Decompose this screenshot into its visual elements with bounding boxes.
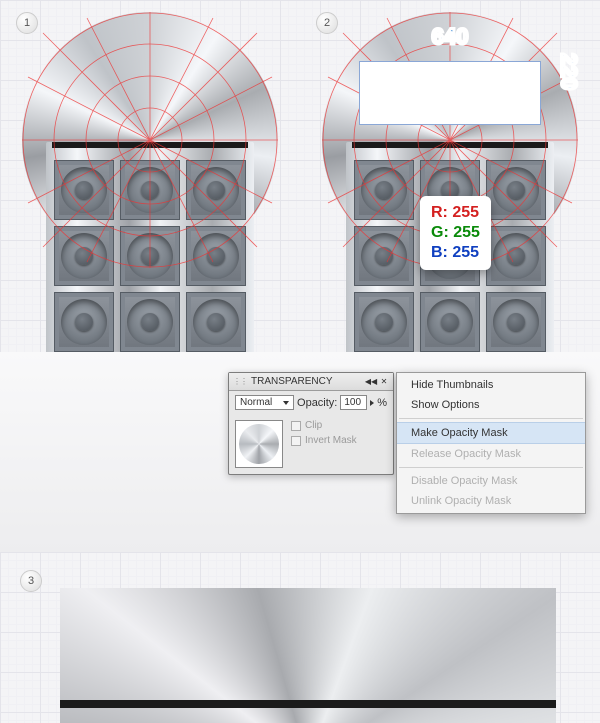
step-badge-2: 2 xyxy=(316,12,338,34)
chevron-down-icon xyxy=(283,401,289,405)
transparency-panel[interactable]: ⋮⋮ TRANSPARENCY ◀◀ ✕ Normal Opacity: 100… xyxy=(228,372,394,475)
caret-right-icon[interactable] xyxy=(370,400,374,406)
panel-flyout-menu[interactable]: Hide Thumbnails Show Options Make Opacit… xyxy=(396,372,586,514)
panel-collapse-icon[interactable]: ◀◀ xyxy=(366,377,376,387)
tutorial-step-row-2: 3 xyxy=(0,552,600,723)
rgb-tooltip: R: 255 G: 255 B: 255 xyxy=(420,196,491,270)
key xyxy=(120,292,180,352)
thumbnail-preview xyxy=(239,424,279,464)
opacity-input[interactable]: 100 xyxy=(340,395,367,410)
dimension-width-label: 640 xyxy=(432,24,469,50)
calculator-body xyxy=(46,142,254,352)
menu-make-opacity-mask[interactable]: Make Opacity Mask xyxy=(397,422,585,444)
key xyxy=(420,292,480,352)
clip-checkbox[interactable] xyxy=(291,421,301,431)
step-badge-3: 3 xyxy=(20,570,42,592)
panel-grip-icon[interactable]: ⋮⋮ xyxy=(233,377,247,386)
step-2-canvas[interactable]: 2 xyxy=(300,0,600,352)
step-1-canvas[interactable]: 1 xyxy=(0,0,300,352)
menu-hide-thumbnails[interactable]: Hide Thumbnails xyxy=(397,375,585,395)
step-badge-1: 1 xyxy=(16,12,38,34)
key xyxy=(186,226,246,286)
opacity-suffix: % xyxy=(377,397,387,409)
key xyxy=(354,226,414,286)
key xyxy=(186,292,246,352)
key xyxy=(354,292,414,352)
menu-separator xyxy=(399,418,583,419)
tutorial-step-row-1: 1 xyxy=(0,0,600,352)
key xyxy=(486,226,546,286)
menu-release-opacity-mask: Release Opacity Mask xyxy=(397,444,585,464)
opacity-thumbnail[interactable] xyxy=(235,420,283,468)
dimension-height-label: 220 xyxy=(556,53,582,90)
key xyxy=(486,292,546,352)
clip-label: Clip xyxy=(305,420,322,431)
invert-mask-checkbox[interactable] xyxy=(291,436,301,446)
result-zoom-canvas[interactable] xyxy=(60,588,556,723)
key xyxy=(486,160,546,220)
panel-title: TRANSPARENCY xyxy=(251,376,333,387)
mask-thumb-row: Clip Invert Mask xyxy=(229,414,393,474)
clip-checkbox-row[interactable]: Clip xyxy=(291,420,357,431)
keypad-grid xyxy=(54,160,246,352)
key xyxy=(54,292,114,352)
rgb-g: G: 255 xyxy=(431,223,480,243)
display-bar xyxy=(52,142,248,148)
invert-mask-checkbox-row[interactable]: Invert Mask xyxy=(291,435,357,446)
display-bar xyxy=(352,142,548,148)
rgb-b: B: 255 xyxy=(431,243,480,263)
menu-disable-opacity-mask: Disable Opacity Mask xyxy=(397,471,585,491)
menu-show-options[interactable]: Show Options xyxy=(397,395,585,415)
opacity-value: 100 xyxy=(344,397,361,408)
key xyxy=(120,160,180,220)
key xyxy=(354,160,414,220)
panel-header[interactable]: ⋮⋮ TRANSPARENCY ◀◀ ✕ xyxy=(229,373,393,391)
panel-close-icon[interactable]: ✕ xyxy=(379,377,389,387)
key xyxy=(186,160,246,220)
menu-unlink-opacity-mask: Unlink Opacity Mask xyxy=(397,491,585,511)
blend-mode-value: Normal xyxy=(240,397,272,408)
blend-mode-select[interactable]: Normal xyxy=(235,395,294,410)
key xyxy=(120,226,180,286)
selection-rectangle[interactable] xyxy=(360,62,540,124)
rgb-r: R: 255 xyxy=(431,203,480,223)
key xyxy=(54,160,114,220)
opacity-label: Opacity: xyxy=(297,397,337,409)
key xyxy=(54,226,114,286)
panel-area: ⋮⋮ TRANSPARENCY ◀◀ ✕ Normal Opacity: 100… xyxy=(0,352,600,552)
blend-opacity-row: Normal Opacity: 100 % xyxy=(229,391,393,414)
menu-separator xyxy=(399,467,583,468)
invert-mask-label: Invert Mask xyxy=(305,435,357,446)
